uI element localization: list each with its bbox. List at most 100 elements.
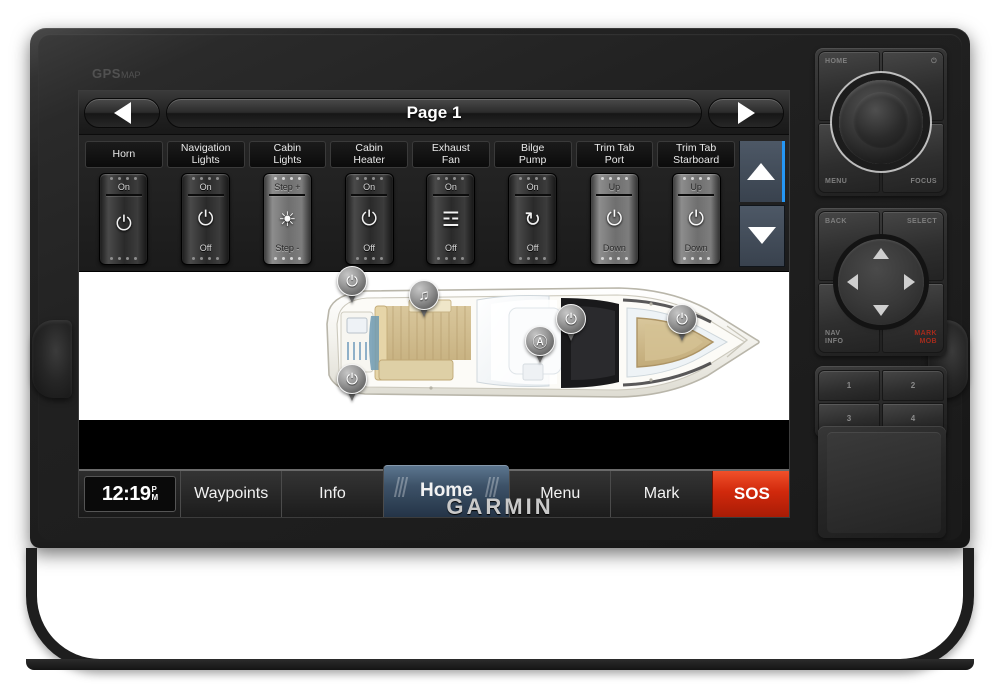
focus-key-label: FOCUS: [910, 178, 937, 185]
switch-row: Horn On ⏻ Navigation Lights On ⏻ Off Cabin Ligh…: [85, 141, 735, 267]
rocker-dots-bottom: [519, 257, 547, 260]
gpsmap-logo-main: GPS: [92, 66, 121, 81]
dpad-left-icon[interactable]: [847, 274, 858, 290]
switch-label: Horn: [85, 141, 163, 168]
rocker-switch[interactable]: Up ⏻ Down: [671, 173, 721, 265]
scroll-controls: [739, 141, 785, 267]
power-icon: ⏻: [606, 208, 623, 230]
switch-label: Cabin Heater: [330, 141, 408, 168]
mount-knob-left[interactable]: [32, 320, 72, 398]
dpad-down-icon[interactable]: [873, 305, 889, 316]
rocker-switch[interactable]: On ↻ Off: [508, 173, 558, 265]
pin-power-bow-port[interactable]: ⏻: [337, 266, 367, 304]
back-key-label: BACK: [825, 218, 847, 225]
music-note-icon: ♫: [418, 286, 430, 304]
dpad-right-icon[interactable]: [904, 274, 915, 290]
nav-info-key-label: NAV INFO: [825, 330, 844, 345]
antenna-icon: Ⓐ: [532, 333, 548, 351]
rocker-top-label: On: [363, 182, 376, 192]
power-icon: ⏻: [931, 58, 937, 65]
rocker-dots-top: [682, 177, 710, 180]
rocker-dots-top: [437, 177, 465, 180]
rocker-bottom-label: Off: [363, 243, 376, 253]
physical-keypad: HOME ⏻ MENU FOCUS BACK SELECT NAV INFO M…: [815, 48, 955, 480]
rocker-dots-top: [110, 177, 138, 180]
scroll-down-arrow-icon: [748, 227, 776, 245]
gpsmap-logo-sub: MAP: [120, 70, 141, 80]
pin-power-bow-starboard[interactable]: ⏻: [667, 304, 697, 342]
number-key-2-label: 2: [910, 381, 916, 390]
pin-antenna[interactable]: Ⓐ: [525, 326, 555, 364]
rocker-top-label: Up: [608, 182, 621, 192]
page-previous-button[interactable]: [84, 97, 160, 128]
pin-power-mid[interactable]: ⏻: [556, 304, 586, 342]
switch-cell-3: Cabin Heater On ⏻ Off: [330, 141, 408, 267]
power-icon: ⏻: [688, 208, 705, 230]
bracket-screw: [37, 662, 53, 666]
switch-label: Trim Tab Port: [575, 141, 654, 168]
rocker-switch[interactable]: Step + ☀ Step -: [262, 173, 312, 265]
rocker-top-label: On: [199, 182, 212, 192]
display-screen: Page 1 Horn On ⏻ Navigation Lights On ⏻ Off Cab…: [78, 90, 790, 518]
power-icon: ⏻: [346, 272, 358, 290]
switch-label: Bilge Pump: [493, 141, 572, 168]
switch-cell-4: Exhaust Fan On ☲ Off: [412, 141, 490, 267]
rocker-dots-top: [273, 177, 301, 180]
rocker-bottom-label: Off: [199, 243, 212, 253]
rocker-dots-bottom: [355, 257, 383, 260]
power-icon: ⏻: [115, 213, 132, 235]
mounting-bracket: [26, 548, 974, 670]
bracket-screw: [307, 662, 323, 666]
pin-audio[interactable]: ♫: [409, 280, 439, 318]
scroll-down-button[interactable]: [739, 204, 785, 267]
switch-cell-2: Cabin Lights Step + ☀ Step -: [248, 141, 327, 267]
sd-card-door[interactable]: [818, 426, 946, 538]
page-header: Page 1: [79, 91, 789, 135]
keypad-mid-group: BACK SELECT NAV INFO MARK MOB: [815, 208, 947, 356]
rocker-dots-top: [600, 177, 628, 180]
select-key-label: SELECT: [906, 218, 937, 225]
home-key-label: HOME: [825, 58, 848, 65]
page-title-button[interactable]: Page 1: [166, 97, 702, 128]
directional-pad[interactable]: [838, 239, 924, 325]
switch-label: Cabin Lights: [248, 141, 327, 168]
number-key-2[interactable]: 2: [882, 370, 944, 401]
pin-power-stern-port[interactable]: ⏻: [337, 364, 367, 402]
brightness-icon: ☀: [278, 209, 297, 231]
number-key-1[interactable]: 1: [818, 370, 880, 401]
scroll-up-button[interactable]: [739, 141, 785, 202]
power-icon: ⏻: [565, 310, 577, 328]
rocker-switch[interactable]: Up ⏻ Down: [589, 173, 639, 265]
rocker-dots-bottom: [192, 257, 220, 260]
rocker-switch[interactable]: On ⏻: [99, 173, 149, 265]
rocker-top-label: Up: [690, 182, 702, 192]
mark-mob-key-label: MARK MOB: [914, 330, 937, 345]
rotary-knob[interactable]: [839, 80, 923, 164]
rocker-switch[interactable]: On ⏻ Off: [181, 173, 231, 265]
power-icon: ⏻: [361, 208, 378, 230]
rocker-dots-bottom: [110, 257, 138, 260]
boat-diagram: ⏻ ♫ ⏻ Ⓐ ⏻ ⏻: [79, 264, 789, 420]
bracket-screw: [797, 662, 813, 666]
switch-cell-1: Navigation Lights On ⏻ Off: [166, 141, 245, 267]
rocker-switch[interactable]: On ☲ Off: [426, 173, 476, 265]
rocker-top-label: On: [444, 182, 457, 192]
triangle-right-icon: [737, 101, 755, 124]
page-title: Page 1: [406, 102, 462, 122]
triangle-left-icon: [113, 101, 131, 124]
number-key-3-label: 3: [846, 414, 852, 423]
switch-cell-0: Horn On ⏻: [85, 141, 163, 267]
dpad-up-icon[interactable]: [873, 248, 889, 259]
power-icon: ⏻: [676, 310, 688, 328]
rocker-bottom-label: Step -: [275, 243, 300, 253]
rocker-dots-top: [519, 177, 547, 180]
bracket-screw: [187, 662, 203, 666]
switch-label: Navigation Lights: [166, 141, 245, 168]
rocker-top-label: On: [117, 182, 130, 192]
page-next-button[interactable]: [708, 97, 784, 128]
rocker-bottom-label: Off: [444, 243, 457, 253]
boat-overview-panel: ⏻ ♫ ⏻ Ⓐ ⏻ ⏻: [79, 266, 789, 420]
rocker-dots-bottom: [437, 257, 465, 260]
rocker-switch[interactable]: On ⏻ Off: [344, 173, 394, 265]
power-icon: ⏻: [346, 370, 358, 388]
